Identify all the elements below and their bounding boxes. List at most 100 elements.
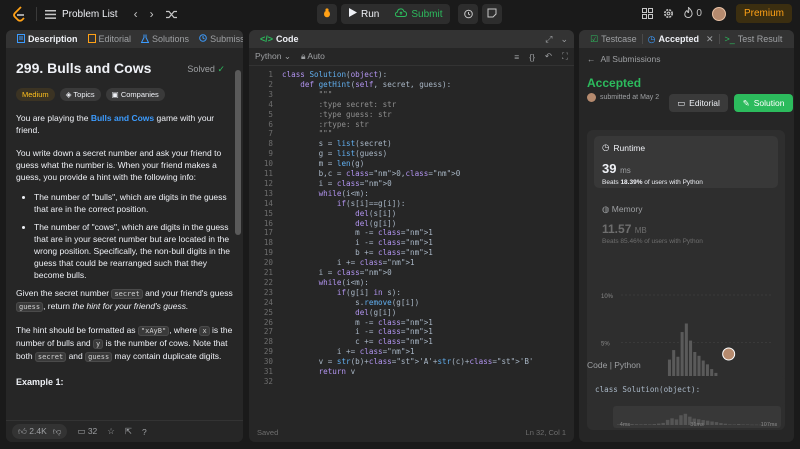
notes-button[interactable] <box>482 4 503 24</box>
line-number: 12 <box>263 178 273 188</box>
shuffle-icon[interactable] <box>165 7 177 21</box>
code-line: class Solution(object): <box>282 70 388 79</box>
line-number: 21 <box>263 268 273 277</box>
like-button[interactable]: 👍︎ 2.4K <box>18 426 47 437</box>
difficulty-badge[interactable]: Medium <box>16 88 55 101</box>
close-icon[interactable]: ✕ <box>706 34 714 45</box>
gear-icon[interactable] <box>663 8 674 19</box>
description-paragraph: You are playing the Bulls and Cows game … <box>16 112 233 136</box>
inline-code: secret <box>34 352 67 362</box>
code-line: return v <box>318 367 356 376</box>
tab-accepted[interactable]: ◷ Accepted ✕ <box>643 30 719 48</box>
braces-icon[interactable]: {} <box>529 52 535 62</box>
description-footer: 👍︎ 2.4K 👎︎ ▭ 32 ☆ ⇱ ? <box>6 420 243 442</box>
comment-icon: ▭ <box>77 426 86 436</box>
code-line: i = class="nm">0 <box>282 268 392 277</box>
line-number: 27 <box>263 327 273 337</box>
auto-label: Auto <box>307 51 325 61</box>
tab-description[interactable]: Description <box>12 30 83 48</box>
code-editor[interactable]: 1 class Solution(object): 2 def getHint(se… <box>249 66 574 416</box>
overview-bar <box>634 424 639 425</box>
help-icon[interactable]: ? <box>142 427 147 437</box>
code-line: def getHint(self, secret, guess): <box>300 79 452 89</box>
line-number: 16 <box>263 218 273 228</box>
topics-tag[interactable]: ◈ Topics <box>59 88 101 101</box>
line-number: 23 <box>263 287 273 297</box>
code-line: :type guess: str <box>282 109 392 119</box>
tab-solutions[interactable]: Solutions <box>136 30 194 48</box>
overview-tick-label: 4ms <box>620 422 631 428</box>
submit-button[interactable]: Submit <box>387 4 450 24</box>
streak-counter[interactable]: 0 <box>684 6 702 20</box>
timer-button[interactable] <box>458 4 479 24</box>
debug-button[interactable] <box>317 4 337 24</box>
result-panel: ☑ Testcase ◷ Accepted ✕ >_ Test Result ←… <box>579 30 794 442</box>
tab-label: Submission <box>210 34 243 44</box>
overview-bar <box>630 424 634 425</box>
editorial-label: Editorial <box>689 98 720 108</box>
overview-tick-label: 31ms <box>690 422 704 428</box>
check-circle-icon: ✓ <box>217 64 225 74</box>
solution-button[interactable]: ✎ Solution <box>734 94 793 112</box>
share-icon[interactable]: ⇱ <box>125 426 132 437</box>
solved-status: Solved ✓ <box>187 64 225 75</box>
tab-submissions[interactable]: Submission <box>194 30 243 48</box>
submit-label: Submit <box>411 8 443 20</box>
code-panel-header: </> Code ⤢ ⌄ <box>249 30 574 48</box>
tab-test-result[interactable]: >_ Test Result <box>720 30 788 48</box>
companies-tag[interactable]: ▣ Companies <box>105 88 165 101</box>
line-number: 18 <box>263 238 273 248</box>
text: You are playing the <box>16 113 91 123</box>
layout-grid-icon[interactable] <box>642 8 654 19</box>
result-tabs: ☑ Testcase ◷ Accepted ✕ >_ Test Result <box>579 30 794 48</box>
problem-list-button[interactable]: Problem List <box>45 9 118 20</box>
user-avatar-marker <box>722 347 736 361</box>
leetcode-logo-icon[interactable] <box>10 5 28 23</box>
text: The hint should be formatted as <box>16 325 138 335</box>
language-select[interactable]: Python ⌄ <box>255 51 291 62</box>
all-submissions-link[interactable]: ← All Submissions <box>587 54 786 64</box>
description-panel: Description Editorial Solutions Submissi… <box>6 30 243 442</box>
description-paragraph: You write down a secret number and ask y… <box>16 148 222 182</box>
line-number: 14 <box>263 198 273 208</box>
note-icon <box>487 8 497 20</box>
scrollbar[interactable] <box>235 70 241 235</box>
fullscreen-icon[interactable]: ⛶ <box>562 51 568 62</box>
overview-bar <box>661 422 665 425</box>
overview-bar <box>737 424 741 425</box>
chevron-right-icon[interactable]: › <box>150 7 154 21</box>
premium-button[interactable]: Premium <box>735 4 792 23</box>
overview-bar <box>741 424 745 426</box>
bulls-and-cows-link[interactable]: Bulls and Cows <box>91 113 154 123</box>
chevron-left-icon[interactable]: ‹ <box>134 7 138 21</box>
arrow-left-icon: ← <box>587 54 596 64</box>
comments-button[interactable]: ▭ 32 <box>77 426 97 437</box>
text: , return <box>43 301 73 311</box>
line-number: 22 <box>263 277 273 287</box>
format-icon[interactable]: ≡ <box>514 52 519 62</box>
tab-editorial[interactable]: Editorial <box>83 30 137 48</box>
expand-icon[interactable]: ⤢ <box>545 34 552 45</box>
save-status: Saved <box>257 427 279 437</box>
overview-bar <box>639 424 643 425</box>
code-line: c += class="nm">1 <box>282 337 433 347</box>
chevron-down-icon: ⌄ <box>283 51 291 61</box>
star-icon[interactable]: ☆ <box>107 426 115 437</box>
tab-code[interactable]: </> Code <box>255 30 304 48</box>
editorial-button[interactable]: ▭ Editorial <box>669 94 728 112</box>
tab-label: Editorial <box>98 34 132 44</box>
auto-mode-toggle[interactable]: 🔒︎ Auto <box>301 51 325 62</box>
run-label: Run <box>361 8 380 20</box>
line-number: 6 <box>268 119 273 129</box>
code-line: i = class="nm">0 <box>282 178 392 188</box>
run-button[interactable]: Run <box>341 4 387 24</box>
line-number: 32 <box>263 376 273 386</box>
code-line: i += class="nm">1 <box>282 347 415 357</box>
undo-icon[interactable]: ↶ <box>545 51 552 62</box>
avatar[interactable] <box>711 6 726 21</box>
cursor-position: Ln 32, Col 1 <box>525 427 566 437</box>
tab-testcase[interactable]: ☑ Testcase <box>585 30 642 48</box>
run-submit-group: Run Submit <box>317 4 503 24</box>
collapse-icon[interactable]: ⌄ <box>560 34 568 45</box>
thumbs-down-icon[interactable]: 👎︎ <box>53 426 62 437</box>
